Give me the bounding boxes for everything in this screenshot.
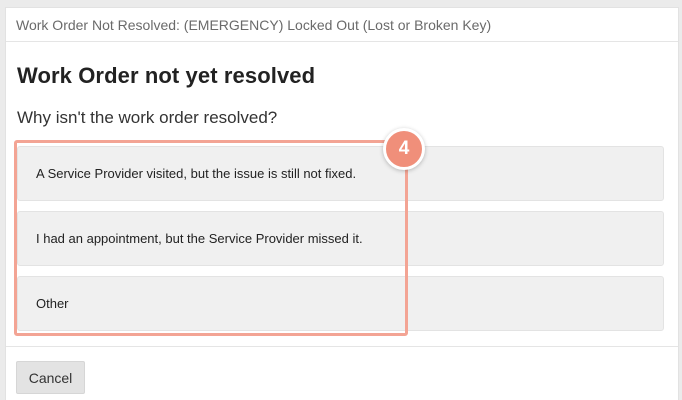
- step-number-badge: 4: [383, 128, 425, 170]
- option-provider-missed-appointment[interactable]: I had an appointment, but the Service Pr…: [17, 211, 664, 266]
- reason-options-list: A Service Provider visited, but the issu…: [17, 146, 664, 341]
- work-order-modal: Work Order Not Resolved: (EMERGENCY) Loc…: [5, 7, 679, 400]
- cancel-button[interactable]: Cancel: [16, 361, 85, 394]
- footer-divider: [6, 346, 678, 347]
- page-title: Work Order not yet resolved: [17, 63, 316, 88]
- question-text: Why isn't the work order resolved?: [17, 108, 278, 127]
- option-provider-visited-not-fixed[interactable]: A Service Provider visited, but the issu…: [17, 146, 664, 201]
- modal-header-title: Work Order Not Resolved: (EMERGENCY) Loc…: [16, 16, 492, 33]
- option-other[interactable]: Other: [17, 276, 664, 331]
- modal-header: Work Order Not Resolved: (EMERGENCY) Loc…: [6, 8, 678, 42]
